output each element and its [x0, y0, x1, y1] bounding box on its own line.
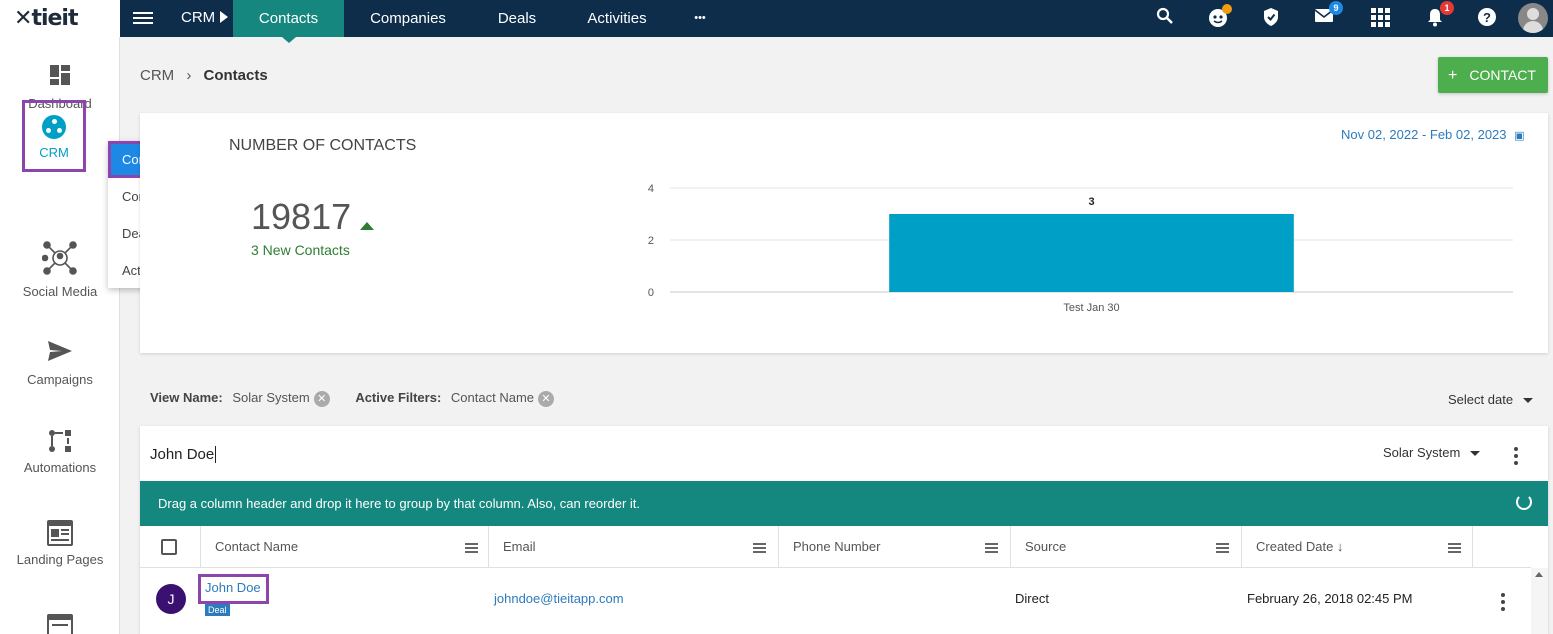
- tab-contacts[interactable]: Contacts: [233, 0, 344, 43]
- crumb-arrow-icon: [220, 11, 228, 23]
- sidebar-item-label: CRM: [39, 145, 69, 160]
- calendar-icon: ▣: [1514, 130, 1525, 142]
- summary-title: NUMBER OF CONTACTS: [229, 137, 417, 154]
- contact-email[interactable]: johndoe@tieitapp.com: [494, 591, 624, 606]
- dashboard-icon: [47, 64, 73, 90]
- refresh-icon[interactable]: [1516, 494, 1532, 510]
- bar-data-label: 3: [1088, 196, 1094, 208]
- trend-up-icon: [360, 222, 374, 230]
- x-tick-label: Test Jan 30: [1063, 302, 1119, 314]
- contact-avatar: J: [156, 584, 186, 614]
- hamburger-menu-icon[interactable]: [133, 9, 153, 27]
- column-header-created-date[interactable]: Created Date ↓: [1241, 526, 1472, 568]
- grid-scrollbar[interactable]: [1531, 568, 1548, 634]
- tab-companies[interactable]: Companies: [352, 0, 464, 37]
- bell-icon[interactable]: 1: [1424, 1, 1454, 29]
- apps-grid-icon[interactable]: [1369, 7, 1391, 29]
- column-menu-icon[interactable]: [465, 543, 478, 555]
- tab-deals[interactable]: Deals: [480, 0, 554, 37]
- row-options-icon[interactable]: [1501, 593, 1505, 614]
- deal-tag: Deal: [205, 604, 230, 616]
- contact-created-date: February 26, 2018 02:45 PM: [1247, 591, 1413, 606]
- svg-text:?: ?: [1483, 10, 1491, 25]
- breadcrumb-current: Contacts: [203, 67, 268, 84]
- y-tick-label: 2: [648, 235, 654, 247]
- logo-area: ✕tieit: [0, 0, 120, 37]
- new-contacts-text: 3 New Contacts: [251, 242, 350, 258]
- date-range-picker[interactable]: Nov 02, 2022 - Feb 02, 2023 ▣: [1341, 127, 1525, 142]
- view-select-dropdown[interactable]: Solar System: [1383, 445, 1481, 460]
- sidebar-item-campaigns[interactable]: Campaigns: [0, 340, 120, 387]
- clear-filter-icon[interactable]: ✕: [538, 390, 555, 407]
- contact-source: Direct: [1015, 591, 1049, 606]
- sidebar-item-crm[interactable]: CRM: [22, 100, 86, 172]
- column-header-contact-name[interactable]: Contact Name: [200, 526, 488, 568]
- view-name-value: Solar System: [232, 390, 310, 405]
- contact-name-link[interactable]: John Doe: [205, 580, 261, 595]
- assistant-icon[interactable]: [1207, 4, 1232, 29]
- assistant-status-dot: [1222, 4, 1232, 14]
- landing-page-icon: [47, 520, 73, 546]
- column-menu-icon[interactable]: [1448, 543, 1461, 555]
- shield-icon[interactable]: [1260, 7, 1282, 29]
- mail-icon[interactable]: 9: [1313, 1, 1343, 29]
- mail-badge: 9: [1329, 1, 1343, 15]
- breadcrumb: CRM › Contacts: [140, 67, 268, 84]
- help-icon[interactable]: ?: [1476, 7, 1498, 29]
- contacts-bar-chart: 0 2 4 3 Test Jan 30: [648, 183, 1513, 314]
- filters-bar: View Name: Solar System ✕ Active Filters:…: [150, 390, 576, 407]
- column-header-phone-number[interactable]: Phone Number: [778, 526, 1010, 568]
- grid-options-icon[interactable]: [1514, 447, 1518, 468]
- sidebar-item-label: Social Media: [22, 284, 98, 299]
- more-tabs-icon[interactable]: •••: [680, 0, 720, 37]
- automation-icon: [47, 428, 73, 454]
- breadcrumb-root[interactable]: CRM: [140, 67, 174, 84]
- column-menu-icon[interactable]: [753, 543, 766, 555]
- plus-icon: +: [1448, 67, 1458, 84]
- add-contact-label: CONTACT: [1469, 67, 1536, 83]
- select-all-checkbox[interactable]: [161, 539, 177, 555]
- notifications-badge: 1: [1440, 1, 1454, 15]
- add-contact-button[interactable]: + CONTACT: [1438, 57, 1548, 93]
- sidebar-item-label: Automations: [23, 460, 97, 475]
- form-icon: [47, 614, 73, 634]
- sidebar-item-label: Campaigns: [27, 372, 93, 387]
- active-filters-label: Active Filters:: [355, 390, 442, 405]
- column-menu-icon[interactable]: [1216, 543, 1229, 555]
- chevron-down-icon: [1470, 451, 1481, 457]
- sidebar-item-more[interactable]: [0, 614, 120, 634]
- logo-x-icon: ✕: [14, 6, 32, 31]
- chart-bar[interactable]: [889, 214, 1294, 292]
- sidebar-item-social-media[interactable]: Social Media: [0, 240, 120, 299]
- clear-view-icon[interactable]: ✕: [313, 390, 330, 407]
- column-menu-icon[interactable]: [985, 543, 998, 555]
- sidebar-item-label: Landing Pages: [16, 552, 104, 567]
- scroll-up-icon[interactable]: [1535, 572, 1543, 577]
- crm-icon: [42, 115, 66, 139]
- group-by-bar[interactable]: Drag a column header and drop it here to…: [140, 481, 1548, 526]
- view-name-label: View Name:: [150, 390, 223, 405]
- user-avatar[interactable]: [1518, 3, 1548, 33]
- tab-activities[interactable]: Activities: [573, 0, 661, 37]
- social-network-icon: [41, 240, 78, 276]
- app-logo[interactable]: ✕tieit: [14, 6, 78, 31]
- column-header-source[interactable]: Source: [1010, 526, 1241, 568]
- column-header-email[interactable]: Email: [488, 526, 778, 568]
- column-header-actions: [1472, 526, 1531, 568]
- breadcrumb-separator: ›: [186, 67, 192, 84]
- select-date-dropdown[interactable]: Select date: [1448, 392, 1534, 407]
- top-crumb-crm[interactable]: CRM: [181, 9, 215, 26]
- sidebar-item-automations[interactable]: Automations: [0, 428, 120, 475]
- active-filter-value: Contact Name: [450, 390, 535, 405]
- grid-search-input[interactable]: John Doe: [150, 446, 217, 463]
- y-tick-label: 4: [648, 183, 654, 195]
- chevron-down-icon: [1523, 398, 1534, 404]
- sidebar-item-landing-pages[interactable]: Landing Pages: [0, 520, 120, 567]
- search-icon[interactable]: [1154, 7, 1176, 29]
- send-icon: [47, 340, 73, 366]
- y-tick-label: 0: [648, 287, 654, 299]
- total-contacts-count: 19817: [251, 196, 352, 237]
